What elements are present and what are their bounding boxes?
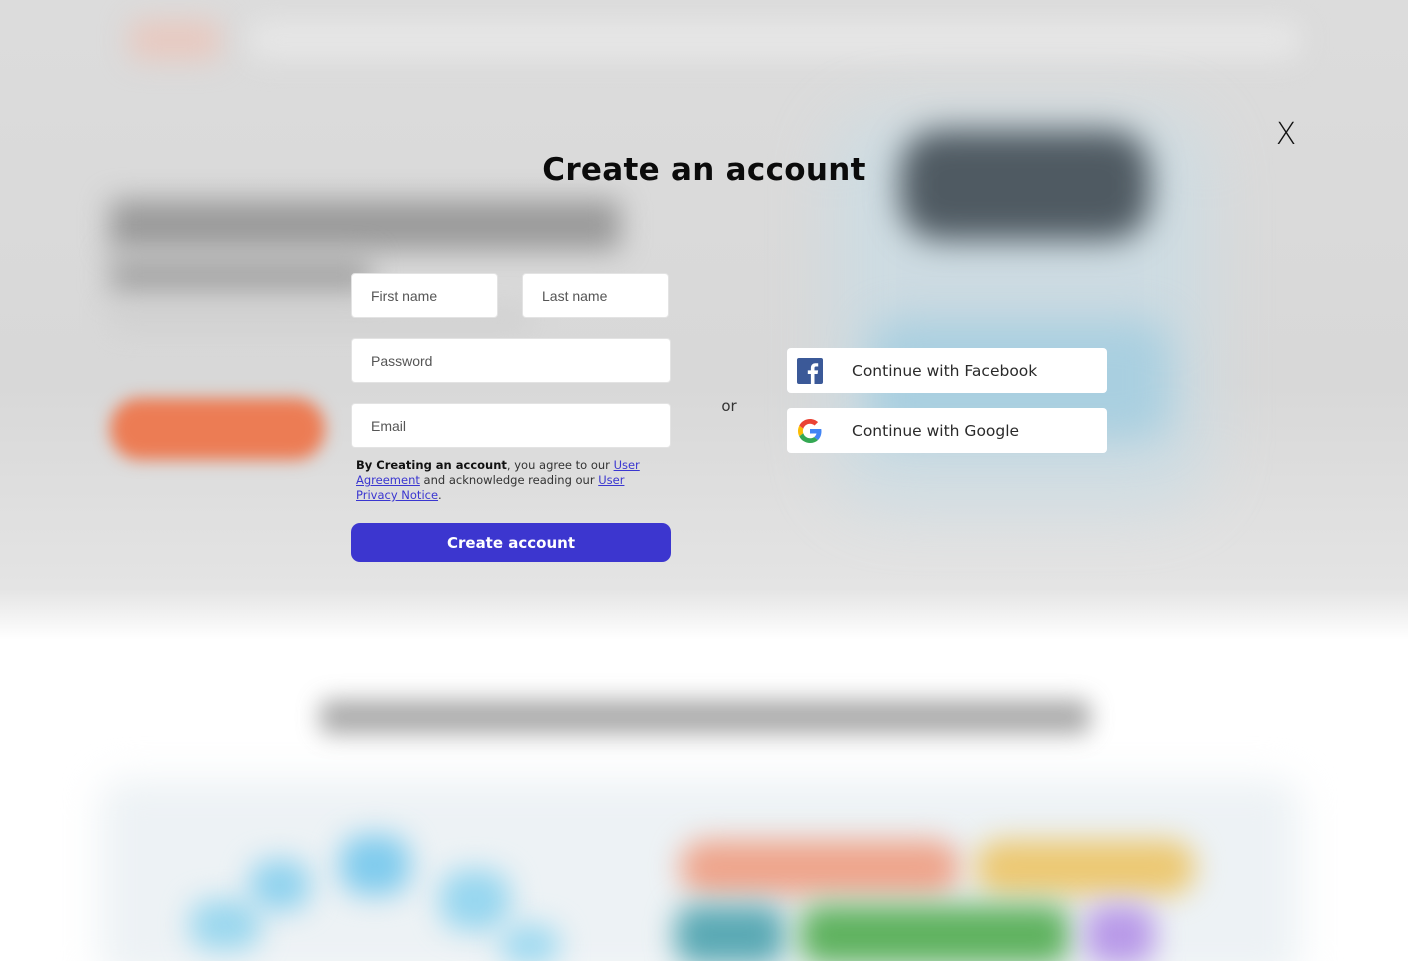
facebook-icon <box>797 357 823 384</box>
email-field[interactable]: Email <box>351 403 671 448</box>
first-name-placeholder: First name <box>371 287 438 304</box>
terms-text: , you agree to our <box>506 458 614 472</box>
terms-text: and acknowledge reading our <box>419 473 599 487</box>
continue-with-facebook-button[interactable]: Continue with Facebook <box>787 348 1107 393</box>
password-placeholder: Password <box>371 352 433 369</box>
google-icon <box>797 418 823 444</box>
terms-bold-lead: By Creating an account <box>356 458 507 472</box>
continue-with-google-button[interactable]: Continue with Google <box>787 408 1107 453</box>
first-name-field[interactable]: First name <box>351 273 498 318</box>
facebook-button-label: Continue with Facebook <box>852 361 1038 380</box>
last-name-placeholder: Last name <box>542 287 608 304</box>
email-placeholder: Email <box>371 417 407 434</box>
last-name-field[interactable]: Last name <box>522 273 669 318</box>
or-divider: or <box>721 397 737 415</box>
create-account-button[interactable]: Create account <box>351 523 671 562</box>
terms-text: . <box>438 488 442 502</box>
terms-notice: By Creating an account, you agree to our… <box>356 458 656 503</box>
modal-title: Create an account <box>542 152 866 188</box>
google-button-label: Continue with Google <box>852 421 1020 440</box>
password-field[interactable]: Password <box>351 338 671 383</box>
signup-modal: X Create an account First name Last name… <box>0 0 1408 961</box>
close-button[interactable]: X <box>1270 118 1302 152</box>
